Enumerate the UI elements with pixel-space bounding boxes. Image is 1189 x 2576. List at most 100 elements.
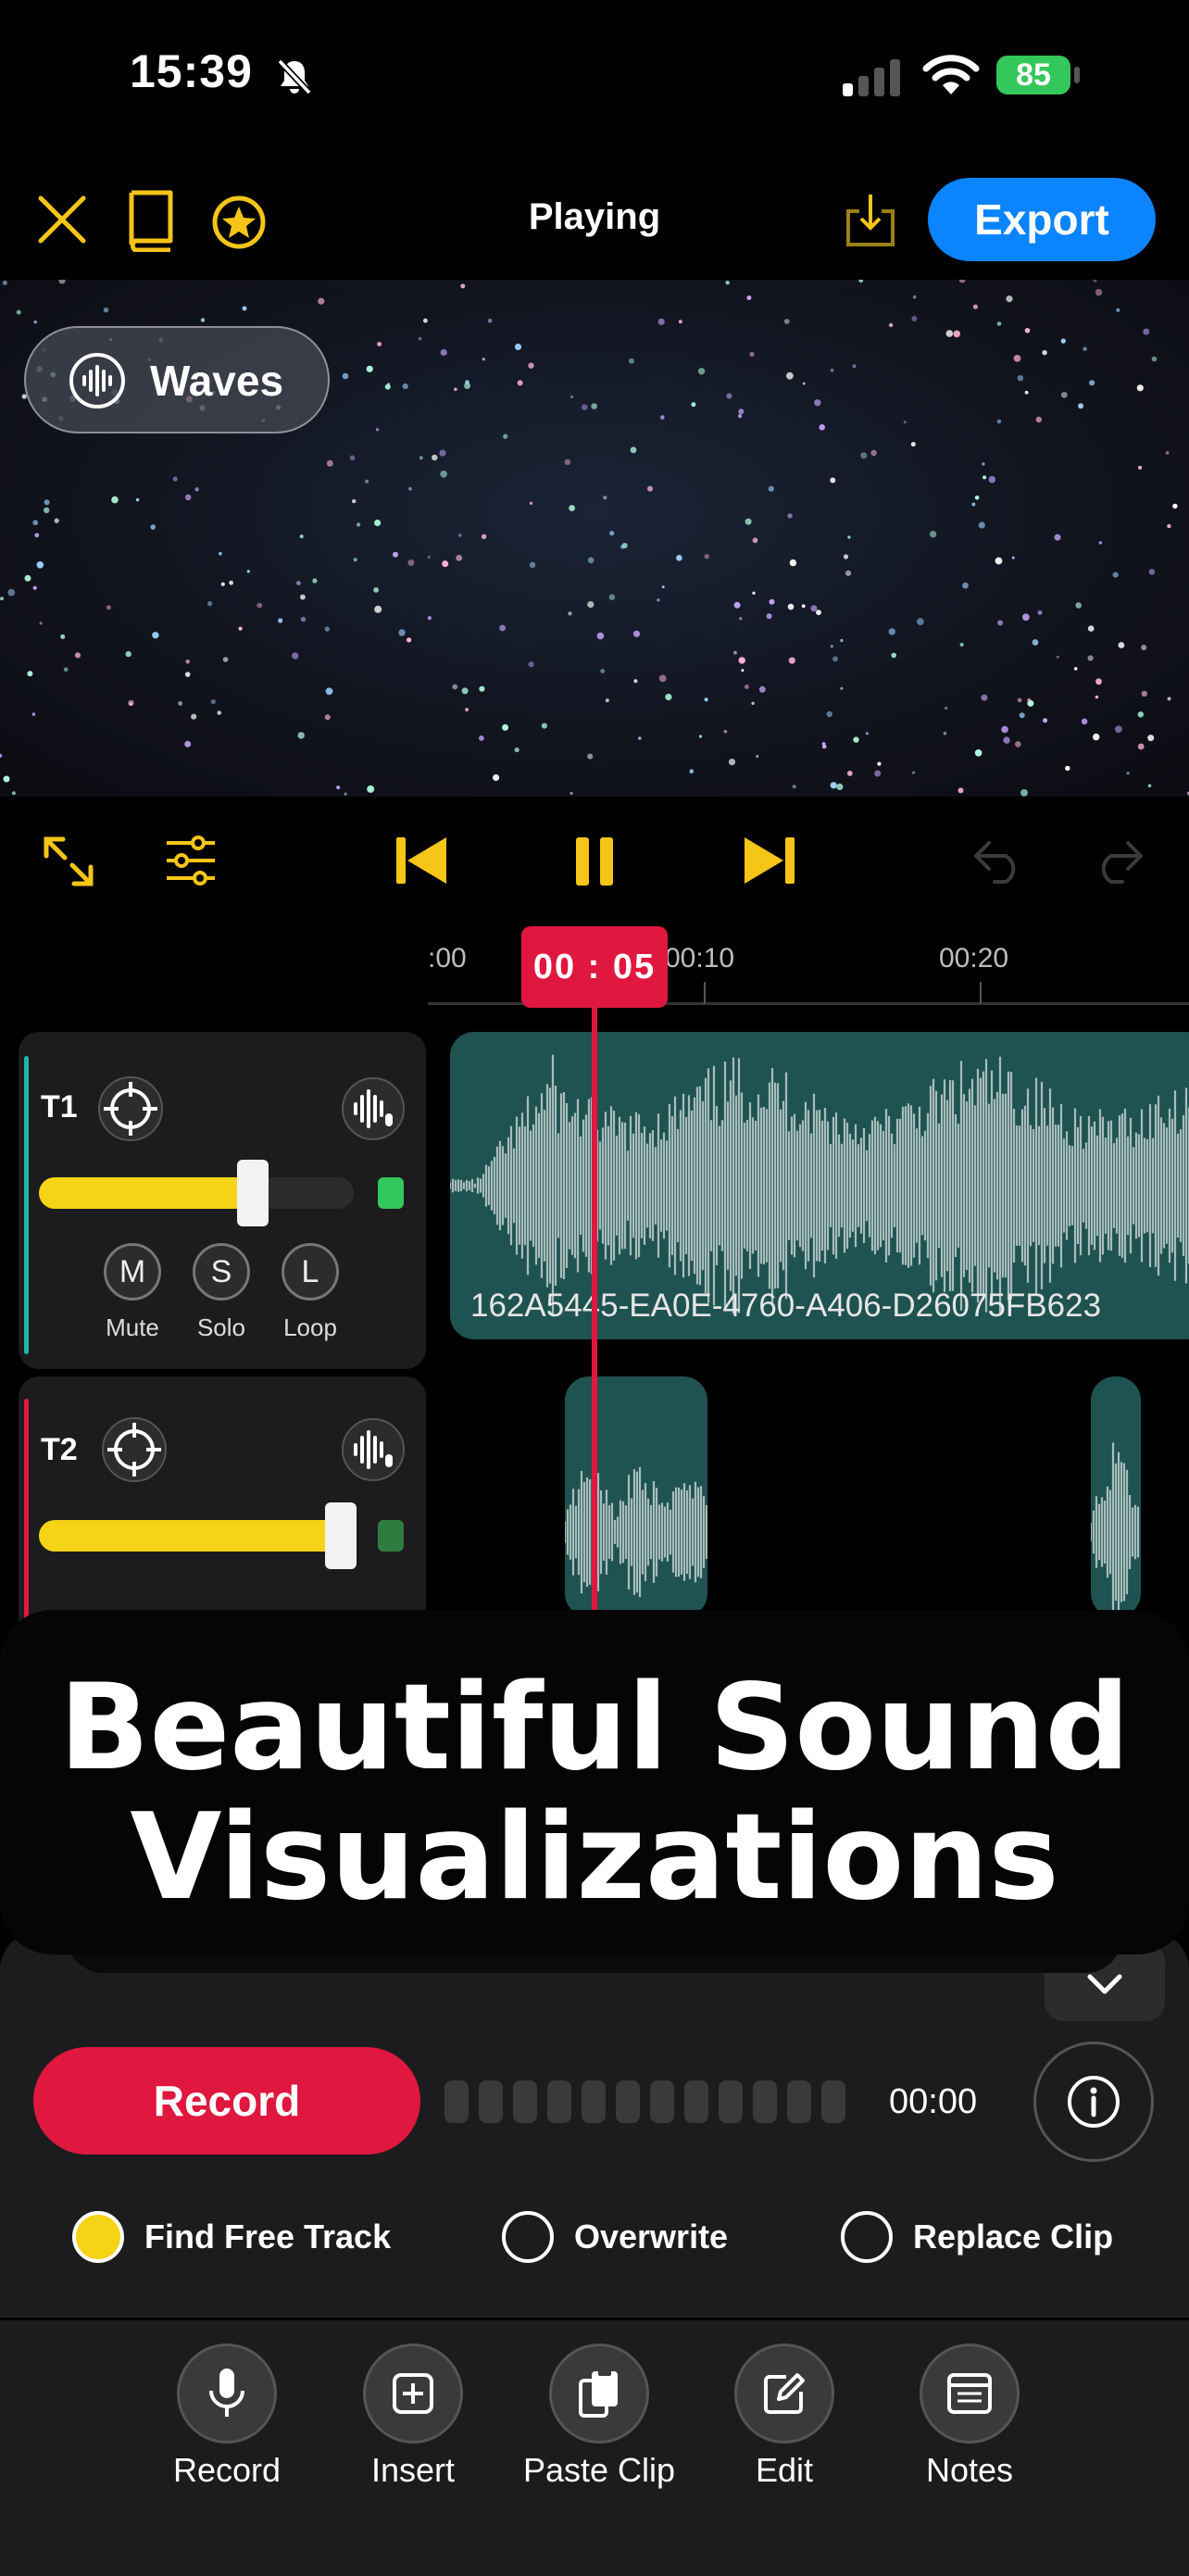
star-particle: [792, 785, 796, 789]
skip-forward-icon[interactable]: [743, 834, 796, 887]
track-1-volume-slider[interactable]: [39, 1177, 354, 1209]
star-particle: [27, 671, 33, 677]
waveform-mic-icon[interactable]: [341, 1076, 406, 1141]
info-button[interactable]: [1033, 2042, 1154, 2162]
waveform-mic-icon[interactable]: [341, 1417, 406, 1482]
star-particle: [1147, 784, 1152, 788]
star-particle: [0, 597, 5, 601]
star-particle: [191, 713, 197, 720]
star-particle: [658, 674, 667, 683]
star-particle: [564, 459, 571, 466]
star-particle: [185, 660, 190, 664]
radio-label: Overwrite: [574, 2218, 729, 2256]
star-particle: [830, 782, 837, 789]
star-particle: [458, 534, 462, 537]
track-1-volume-knob[interactable]: [237, 1160, 269, 1226]
status-time: 15:39: [130, 45, 253, 97]
redo-icon[interactable]: [1091, 837, 1146, 884]
solo-label: Solo: [196, 1313, 246, 1341]
radio-overwrite[interactable]: [502, 2211, 554, 2263]
mute-button[interactable]: M: [104, 1243, 161, 1301]
playhead-time[interactable]: 00 : 05: [521, 926, 668, 1008]
track-2-volume-knob[interactable]: [325, 1502, 357, 1569]
star-particle: [44, 507, 50, 513]
track-2-clip[interactable]: [1091, 1376, 1141, 1617]
radio-find-free-track[interactable]: [72, 2211, 124, 2263]
loop-button[interactable]: L: [282, 1243, 339, 1301]
tab-insert[interactable]: [363, 2344, 463, 2444]
star-particle: [768, 485, 774, 492]
star-particle: [745, 685, 749, 689]
crosshair-icon[interactable]: [96, 1074, 165, 1143]
star-particle: [366, 365, 373, 372]
star-particle: [1116, 308, 1120, 312]
star-particle: [972, 304, 978, 309]
star-particle: [733, 650, 737, 655]
star-particle: [210, 698, 216, 705]
star-particle: [847, 535, 851, 539]
star-particle: [111, 496, 119, 504]
star-particle: [726, 393, 732, 399]
star-particle: [324, 714, 331, 721]
star-particle: [242, 306, 247, 311]
crosshair-icon[interactable]: [100, 1415, 169, 1484]
pause-icon[interactable]: [574, 836, 615, 887]
export-button[interactable]: Export: [928, 178, 1156, 261]
undo-icon[interactable]: [970, 837, 1026, 884]
star-particle: [352, 498, 357, 504]
track-2-clip[interactable]: [565, 1376, 707, 1617]
star-particle: [1042, 350, 1047, 356]
star-particle: [1017, 374, 1024, 382]
star-particle: [514, 747, 519, 753]
tab-notes[interactable]: [920, 2344, 1020, 2444]
record-button[interactable]: Record: [33, 2047, 420, 2155]
download-tray-icon[interactable]: [843, 191, 898, 248]
star-particle: [440, 471, 447, 478]
star-particle: [58, 280, 66, 284]
star-particle: [569, 791, 573, 796]
star-particle: [988, 475, 996, 484]
star-particle: [1019, 712, 1025, 719]
star-particle: [299, 534, 304, 539]
star-particle: [517, 380, 523, 386]
tab-edit[interactable]: [734, 2344, 834, 2444]
star-particle: [1081, 718, 1088, 725]
tab-label: Paste Clip: [522, 2451, 676, 2489]
star-particle: [587, 601, 594, 609]
star-particle: [704, 697, 708, 702]
star-particle: [353, 558, 357, 562]
star-particle: [903, 421, 907, 424]
star-particle: [172, 476, 178, 482]
star-particle: [1167, 697, 1171, 701]
star-particle: [374, 605, 382, 613]
star-particle: [858, 280, 864, 283]
skip-back-icon[interactable]: [394, 834, 448, 887]
star-particle: [1032, 639, 1039, 646]
star-particle: [745, 518, 752, 525]
level-meter-segment: [616, 2080, 640, 2123]
wifi-icon: [922, 55, 980, 94]
star-particle: [1003, 736, 1010, 744]
star-particle: [852, 364, 857, 369]
star-particle: [125, 650, 131, 658]
star-particle: [814, 399, 821, 407]
star-particle: [220, 582, 225, 586]
radio-replace-clip[interactable]: [841, 2211, 893, 2263]
tab-record[interactable]: [177, 2344, 277, 2444]
solo-button[interactable]: S: [193, 1243, 250, 1301]
mixer-sliders-icon[interactable]: [165, 836, 217, 886]
tab-paste-clip[interactable]: [549, 2344, 649, 2444]
expand-icon[interactable]: [41, 834, 96, 889]
star-particle: [971, 502, 976, 507]
star-particle: [1043, 718, 1048, 723]
star-particle: [749, 351, 755, 358]
star-particle: [393, 551, 398, 558]
star-particle: [398, 629, 406, 636]
cellular-signal-icon: [843, 59, 900, 96]
star-particle: [1136, 384, 1144, 392]
track-2-volume-slider[interactable]: [39, 1520, 354, 1552]
star-particle: [840, 638, 844, 643]
star-particle: [628, 358, 634, 364]
star-particle: [60, 634, 66, 639]
playhead-line[interactable]: [592, 1008, 597, 1610]
